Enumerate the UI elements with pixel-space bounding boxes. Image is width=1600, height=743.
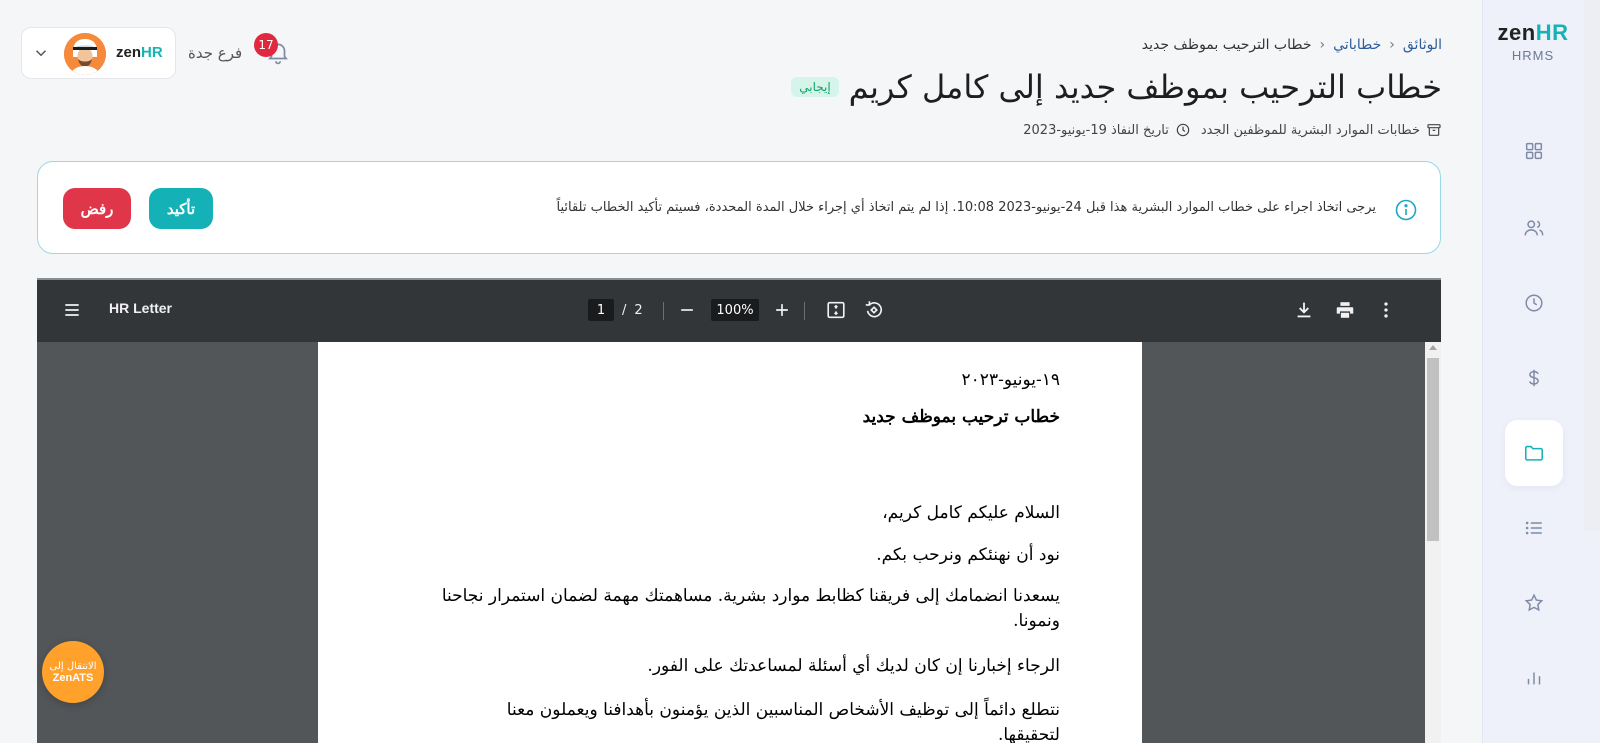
- branch-name[interactable]: فرع جدة: [188, 44, 242, 62]
- breadcrumb-current: خطاب الترحيب بموظف جديد: [1141, 37, 1312, 53]
- scroll-up-arrow-icon[interactable]: [1429, 345, 1437, 350]
- status-badge: إيجابي: [791, 77, 839, 97]
- print-icon[interactable]: [1334, 299, 1356, 321]
- pdf-toolbar: HR Letter 1 / 2 100%: [37, 280, 1441, 342]
- logo-subtitle: HRMS: [1511, 48, 1555, 63]
- sidebar-item-payroll[interactable]: [1505, 345, 1563, 411]
- breadcrumb-documents[interactable]: الوثائق: [1403, 37, 1442, 53]
- letter-heading: خطاب ترحيب بموظف جديد: [862, 407, 1060, 427]
- clock-icon: [1525, 294, 1543, 312]
- letter-greeting: السلام عليكم كامل كريم،: [882, 503, 1060, 523]
- pdf-viewer: HR Letter 1 / 2 100% ١٩-يونيو-٢٠٢٣ خطاب …: [37, 278, 1441, 743]
- sidebar-item-employees[interactable]: [1505, 195, 1563, 261]
- list-icon: [1525, 521, 1542, 535]
- zenhr-logo[interactable]: zenHR HRMS: [1483, 20, 1583, 63]
- fab-line1: الانتقال إلى: [49, 660, 97, 672]
- dollar-icon: [1528, 369, 1539, 387]
- user-menu[interactable]: zenHR: [21, 27, 176, 79]
- chevron-left-icon: ‹: [1389, 37, 1395, 53]
- letter-content: ١٩-يونيو-٢٠٢٣ خطاب ترحيب بموظف جديد السل…: [440, 370, 1060, 743]
- toolbar-divider: [804, 302, 805, 320]
- sidebar-item-attendance[interactable]: [1505, 270, 1563, 336]
- menu-icon[interactable]: [62, 300, 82, 320]
- chip-company-logo: zenHR: [116, 44, 163, 61]
- letter-paragraph: الرجاء إخبارنا إن كان لديك أي أسئلة لمسا…: [647, 655, 1060, 676]
- sidebar-item-reports[interactable]: [1505, 645, 1563, 711]
- sidebar-scrollbar-thumb[interactable]: [1586, 12, 1598, 517]
- effective-date: تاريخ النفاذ 19-يونيو-2023: [1023, 122, 1191, 138]
- pdf-title: HR Letter: [109, 300, 173, 316]
- pdf-page: ١٩-يونيو-٢٠٢٣ خطاب ترحيب بموظف جديد السل…: [318, 342, 1142, 743]
- download-icon[interactable]: [1293, 299, 1315, 321]
- avatar: [64, 33, 106, 75]
- switch-to-zenats-button[interactable]: الانتقال إلى ZenATS: [42, 641, 104, 703]
- letter-paragraph: نتطلع دائماً إلى توظيف الأشخاص المناسبين…: [506, 700, 1060, 743]
- breadcrumb: الوثائق ‹ خطاباتي ‹ خطاب الترحيب بموظف ج…: [1142, 37, 1442, 53]
- letter-meta: خطابات الموارد البشرية للموظفين الجدد تا…: [1023, 122, 1442, 138]
- star-icon: [1524, 593, 1544, 612]
- page-title: خطاب الترحيب بموظف جديد إلى كامل كريم: [848, 68, 1442, 106]
- archive-icon: [1427, 124, 1441, 136]
- clock-icon: [1176, 123, 1190, 137]
- logo-accent-text: HR: [1535, 20, 1569, 45]
- users-icon: [1524, 220, 1544, 236]
- confirm-button[interactable]: تأكيد: [149, 188, 213, 229]
- effective-date-label: تاريخ النفاذ 19-يونيو-2023: [1023, 122, 1169, 138]
- action-alert: يرجى اتخاذ اجراء على خطاب الموارد البشري…: [37, 161, 1441, 254]
- chevron-left-icon: ‹: [1319, 37, 1326, 53]
- letter-date: ١٩-يونيو-٢٠٢٣: [961, 370, 1060, 390]
- letter-category-label: خطابات الموارد البشرية للموظفين الجدد: [1200, 122, 1420, 138]
- pdf-scrollbar[interactable]: [1425, 342, 1441, 743]
- more-vertical-icon[interactable]: [1375, 299, 1397, 321]
- letter-category: خطابات الموارد البشرية للموظفين الجدد: [1201, 122, 1442, 138]
- breadcrumb-my-letters[interactable]: خطاباتي: [1333, 37, 1381, 53]
- toolbar-divider: [663, 302, 664, 320]
- sidebar-item-performance[interactable]: [1505, 570, 1563, 636]
- sidebar-item-dashboard[interactable]: [1505, 118, 1563, 184]
- rotate-icon[interactable]: [863, 299, 885, 321]
- letter-paragraph: يسعدنا انضمامك إلى فريقنا كظابط موارد بش…: [441, 586, 1060, 631]
- page-indicator: 1 / 2: [588, 299, 643, 321]
- letter-paragraph: نود أن نهنئكم ونرحب بكم.: [876, 544, 1060, 565]
- zoom-out-icon[interactable]: [677, 300, 697, 320]
- fab-line2: ZenATS: [52, 671, 94, 684]
- chevron-down-icon: [35, 50, 47, 57]
- sidebar-item-documents[interactable]: [1505, 420, 1563, 486]
- reject-button[interactable]: رفض: [63, 188, 131, 229]
- sidebar-scrollbar[interactable]: [1584, 0, 1600, 530]
- pdf-scrollbar-thumb[interactable]: [1427, 358, 1439, 541]
- notifications-badge: 17: [254, 33, 278, 57]
- fit-page-icon[interactable]: [825, 299, 847, 321]
- zoom-in-icon[interactable]: [772, 300, 792, 320]
- main-sidebar: zenHR HRMS: [1482, 0, 1600, 743]
- logo-main-text: zen: [1497, 20, 1536, 45]
- page-number-input[interactable]: 1: [588, 299, 614, 321]
- info-icon: [1395, 199, 1417, 221]
- page-title-row: خطاب الترحيب بموظف جديد إلى كامل كريم إي…: [791, 68, 1442, 106]
- total-pages: 2: [634, 302, 643, 318]
- sidebar-item-requests[interactable]: [1505, 495, 1563, 561]
- zoom-input[interactable]: 100%: [711, 299, 759, 321]
- page-separator: /: [622, 302, 627, 318]
- dashboard-grid-icon: [1525, 142, 1543, 160]
- bar-chart-icon: [1527, 672, 1541, 685]
- alert-message: يرجى اتخاذ اجراء على خطاب الموارد البشري…: [556, 200, 1376, 215]
- folder-icon: [1524, 445, 1544, 461]
